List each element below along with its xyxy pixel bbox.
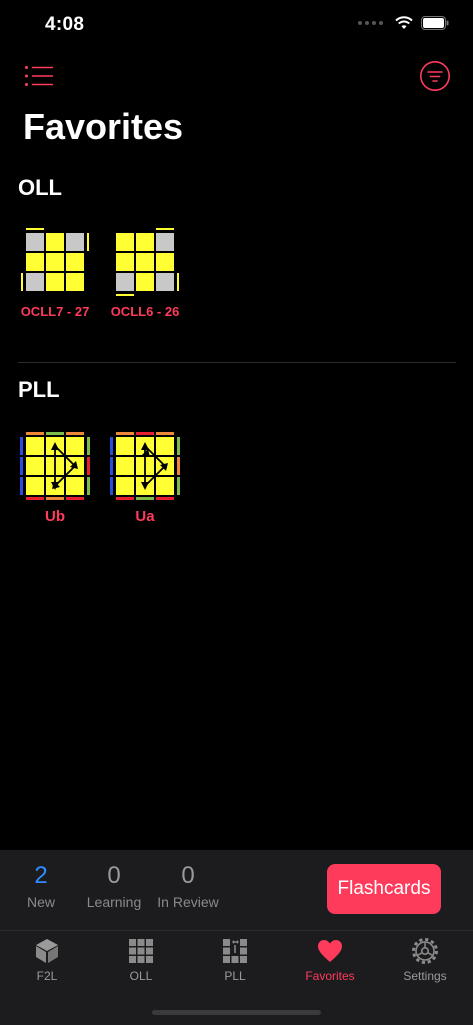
- status-time: 4:08: [45, 14, 85, 35]
- oll-card-ocll7[interactable]: OCLL7 - 27: [15, 226, 95, 319]
- tab-oll[interactable]: OLL: [94, 937, 188, 983]
- gear-icon: [412, 938, 438, 964]
- oll-card-ocll6[interactable]: OCLL6 - 26: [105, 226, 185, 319]
- battery-icon: [421, 16, 449, 30]
- heart-icon: [318, 940, 342, 962]
- ua-pattern-image: [110, 432, 180, 500]
- tab-pll[interactable]: PLL: [188, 937, 282, 983]
- ocll7-pattern-image: [21, 228, 89, 292]
- stats-bar: 2 New 0 Learning 0 In Review Flashcards: [0, 850, 473, 930]
- ub-pattern-image: [20, 432, 90, 500]
- stat-review-count: 0: [181, 862, 195, 889]
- filter-icon: [420, 61, 450, 91]
- tab-favorites[interactable]: Favorites: [283, 937, 377, 983]
- tab-label: PLL: [224, 969, 246, 983]
- page-title: Favorites: [23, 106, 184, 147]
- signal-icon: [358, 21, 383, 25]
- tab-bar: F2L OLL PLL Favorites Settings: [0, 930, 473, 1025]
- status-bar: 4:08: [0, 0, 473, 50]
- ocll6-pattern-image: [115, 228, 179, 296]
- pll-section-title: PLL: [18, 377, 60, 402]
- home-indicator: [152, 1010, 321, 1015]
- card-label: OCLL7 - 27: [20, 304, 90, 319]
- tab-label: Settings: [403, 969, 447, 983]
- stat-new-label: New: [26, 894, 55, 910]
- grid-icon: [129, 939, 153, 963]
- wifi-icon: [395, 16, 413, 29]
- stat-learning-count: 0: [107, 862, 121, 889]
- cube-icon: [36, 939, 58, 963]
- card-label: Ua: [135, 508, 155, 525]
- section-divider: [18, 362, 456, 363]
- tab-settings[interactable]: Settings: [378, 937, 472, 983]
- pll-icon: [223, 939, 247, 963]
- card-label: Ub: [45, 508, 65, 525]
- stat-review[interactable]: 0 In Review: [153, 862, 223, 910]
- tab-label: OLL: [129, 969, 153, 983]
- flashcards-button[interactable]: Flashcards: [327, 864, 441, 914]
- stat-new-count: 2: [34, 862, 48, 889]
- pll-card-ua[interactable]: Ua: [105, 430, 185, 525]
- filter-button[interactable]: [417, 58, 453, 94]
- menu-button[interactable]: [20, 58, 56, 94]
- stat-review-label: In Review: [157, 894, 219, 910]
- tab-label: Favorites: [305, 969, 355, 983]
- status-icons: [358, 16, 449, 30]
- stat-learning-label: Learning: [86, 894, 142, 910]
- stat-new[interactable]: 2 New: [6, 862, 76, 910]
- pll-card-ub[interactable]: Ub: [15, 430, 95, 525]
- card-label: OCLL6 - 26: [110, 304, 180, 319]
- tab-f2l[interactable]: F2L: [0, 937, 94, 983]
- oll-section-title: OLL: [18, 175, 62, 200]
- list-icon: [25, 66, 53, 86]
- tab-label: F2L: [36, 969, 58, 983]
- stat-learning[interactable]: 0 Learning: [79, 862, 149, 910]
